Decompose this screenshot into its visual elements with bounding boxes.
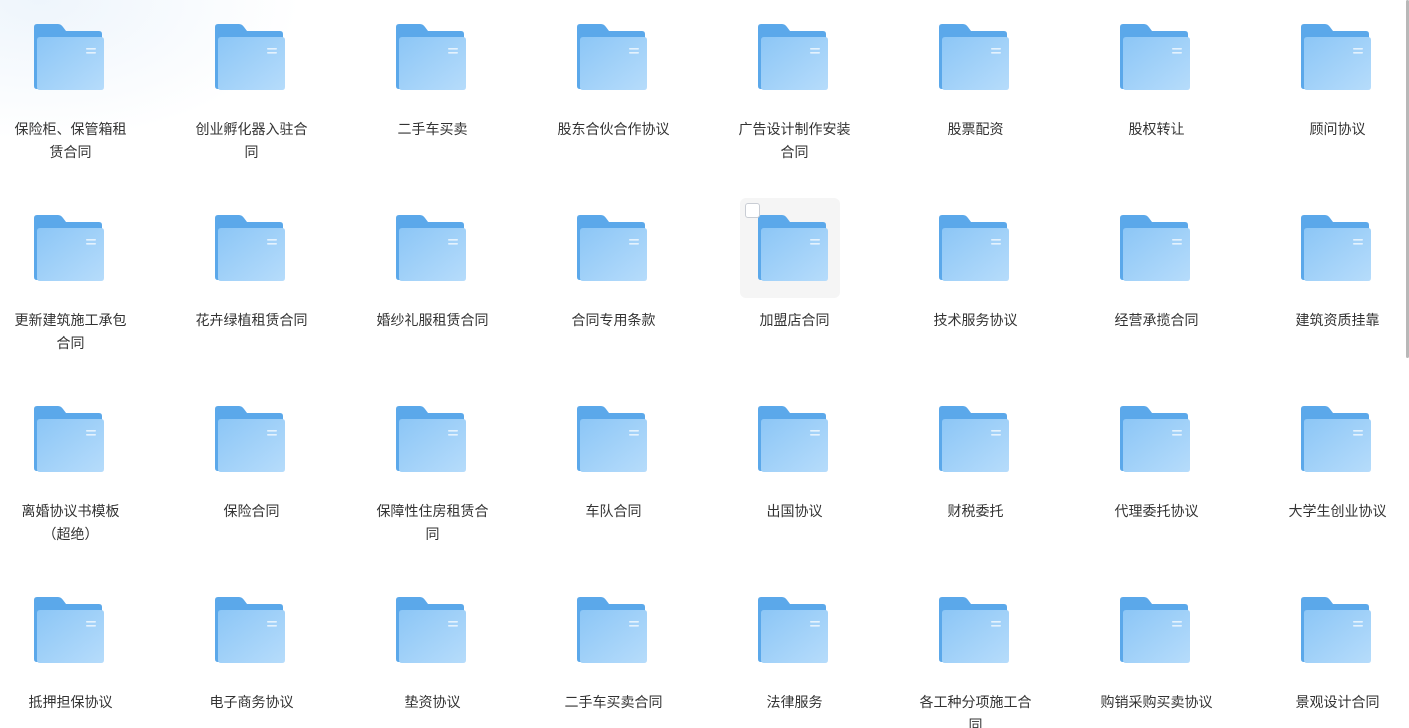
folder-icon <box>758 215 828 281</box>
folder-name: 广告设计制作安装合同 <box>738 122 851 161</box>
folder-name: 合同专用条款 <box>571 313 656 329</box>
folder-item[interactable]: 加盟店合同 <box>724 191 905 382</box>
folder-name: 经营承揽合同 <box>1114 313 1199 329</box>
folder-name: 景观设计合同 <box>1295 695 1380 711</box>
folder-name: 代理委托协议 <box>1114 504 1199 520</box>
folder-item[interactable]: 保障性住房租赁合同 <box>362 382 543 573</box>
folder-grid: 保险柜、保管箱租赁合同 创业孵化器入驻合同 二手车买卖 股东合伙合作协议 广告设… <box>0 0 1400 728</box>
folder-item[interactable]: 垫资协议 <box>362 573 543 728</box>
folder-name: 离婚协议书模板（超绝） <box>21 504 120 543</box>
folder-name: 股权转让 <box>1128 122 1185 138</box>
folder-icon <box>1301 597 1371 663</box>
folder-name: 车队合同 <box>585 504 642 520</box>
folder-icon <box>34 215 104 281</box>
folder-name: 技术服务协议 <box>933 313 1018 329</box>
folder-icon <box>215 24 285 90</box>
folder-item[interactable]: 财税委托 <box>905 382 1086 573</box>
folder-name: 保险合同 <box>223 504 280 520</box>
folder-item[interactable]: 二手车买卖合同 <box>543 573 724 728</box>
folder-icon <box>1120 24 1190 90</box>
folder-icon <box>939 406 1009 472</box>
folder-item[interactable]: 顾问协议 <box>1267 0 1409 191</box>
folder-item[interactable]: 股票配资 <box>905 0 1086 191</box>
folder-icon <box>396 24 466 90</box>
folder-item[interactable]: 创业孵化器入驻合同 <box>181 0 362 191</box>
folder-icon <box>215 215 285 281</box>
folder-icon <box>577 597 647 663</box>
folder-name: 电子商务协议 <box>209 695 294 711</box>
folder-item[interactable]: 出国协议 <box>724 382 905 573</box>
folder-icon <box>215 406 285 472</box>
folder-name: 股票配资 <box>947 122 1004 138</box>
folder-icon <box>758 406 828 472</box>
folder-icon <box>1120 215 1190 281</box>
folder-icon <box>34 24 104 90</box>
folder-item[interactable]: 建筑资质挂靠 <box>1267 191 1409 382</box>
folder-item[interactable]: 技术服务协议 <box>905 191 1086 382</box>
folder-item[interactable]: 景观设计合同 <box>1267 573 1409 728</box>
folder-icon <box>396 215 466 281</box>
folder-item[interactable]: 大学生创业协议 <box>1267 382 1409 573</box>
folder-item[interactable]: 抵押担保协议 <box>0 573 181 728</box>
folder-icon <box>577 24 647 90</box>
folder-item[interactable]: 经营承揽合同 <box>1086 191 1267 382</box>
folder-item[interactable]: 广告设计制作安装合同 <box>724 0 905 191</box>
folder-name: 垫资协议 <box>404 695 461 711</box>
folder-item[interactable]: 股权转让 <box>1086 0 1267 191</box>
folder-icon <box>396 406 466 472</box>
folder-icon <box>1301 406 1371 472</box>
folder-item[interactable]: 婚纱礼服租赁合同 <box>362 191 543 382</box>
folder-icon <box>939 215 1009 281</box>
folder-name: 财税委托 <box>947 504 1004 520</box>
folder-icon <box>939 24 1009 90</box>
folder-icon <box>1301 24 1371 90</box>
folder-item[interactable]: 花卉绿植租赁合同 <box>181 191 362 382</box>
folder-icon <box>577 215 647 281</box>
folder-icon <box>758 24 828 90</box>
folder-item[interactable]: 二手车买卖 <box>362 0 543 191</box>
folder-name: 股东合伙合作协议 <box>557 122 670 138</box>
folder-icon <box>758 597 828 663</box>
folder-name: 保障性住房租赁合同 <box>376 504 489 543</box>
folder-name: 二手车买卖 <box>397 122 468 138</box>
folder-name: 保险柜、保管箱租赁合同 <box>14 122 127 161</box>
folder-name: 顾问协议 <box>1309 122 1366 138</box>
folder-icon <box>577 406 647 472</box>
folder-name: 加盟店合同 <box>759 313 830 329</box>
folder-name: 法律服务 <box>766 695 823 711</box>
folder-item[interactable]: 更新建筑施工承包合同 <box>0 191 181 382</box>
folder-item[interactable]: 购销采购买卖协议 <box>1086 573 1267 728</box>
folder-name: 出国协议 <box>766 504 823 520</box>
folder-icon <box>939 597 1009 663</box>
folder-item[interactable]: 各工种分项施工合同 <box>905 573 1086 728</box>
folder-icon <box>1120 597 1190 663</box>
folder-icon <box>34 597 104 663</box>
folder-item[interactable]: 股东合伙合作协议 <box>543 0 724 191</box>
folder-name: 更新建筑施工承包合同 <box>14 313 127 352</box>
folder-icon <box>215 597 285 663</box>
folder-item[interactable]: 电子商务协议 <box>181 573 362 728</box>
folder-item[interactable]: 保险合同 <box>181 382 362 573</box>
folder-item[interactable]: 法律服务 <box>724 573 905 728</box>
folder-name: 花卉绿植租赁合同 <box>195 313 308 329</box>
folder-name: 大学生创业协议 <box>1288 504 1387 520</box>
file-browser: 保险柜、保管箱租赁合同 创业孵化器入驻合同 二手车买卖 股东合伙合作协议 广告设… <box>0 0 1409 728</box>
folder-item[interactable]: 车队合同 <box>543 382 724 573</box>
folder-icon <box>1301 215 1371 281</box>
folder-icon <box>396 597 466 663</box>
folder-item[interactable]: 代理委托协议 <box>1086 382 1267 573</box>
folder-name: 抵押担保协议 <box>28 695 113 711</box>
folder-name: 创业孵化器入驻合同 <box>195 122 308 161</box>
folder-icon <box>34 406 104 472</box>
folder-name: 二手车买卖合同 <box>564 695 663 711</box>
folder-item[interactable]: 合同专用条款 <box>543 191 724 382</box>
folder-name: 婚纱礼服租赁合同 <box>376 313 489 329</box>
folder-item[interactable]: 离婚协议书模板（超绝） <box>0 382 181 573</box>
folder-item[interactable]: 保险柜、保管箱租赁合同 <box>0 0 181 191</box>
folder-name: 建筑资质挂靠 <box>1295 313 1380 329</box>
select-checkbox[interactable] <box>745 203 760 218</box>
folder-icon <box>1120 406 1190 472</box>
folder-name: 各工种分项施工合同 <box>919 695 1032 728</box>
folder-name: 购销采购买卖协议 <box>1100 695 1213 711</box>
